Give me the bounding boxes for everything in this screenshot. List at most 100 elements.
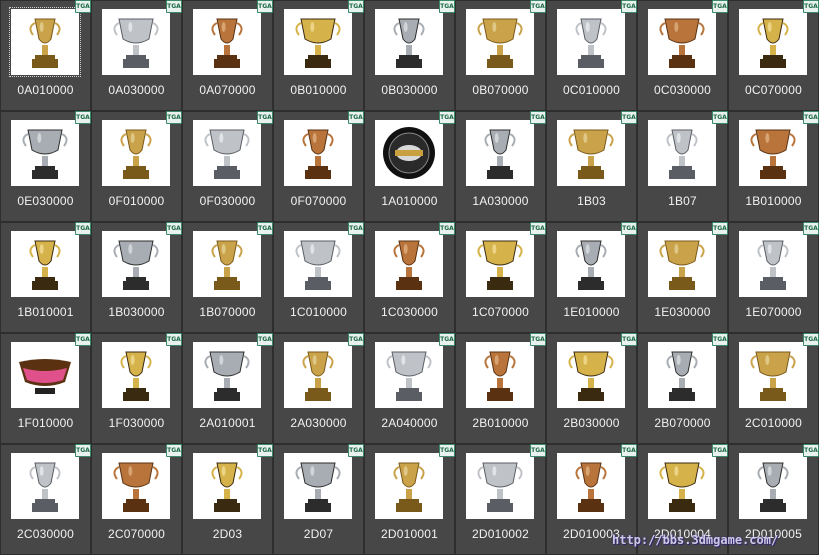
thumbnail-image[interactable]: [193, 453, 261, 519]
thumbnail-item[interactable]: TGA 1F010000: [0, 333, 91, 444]
thumbnail-item[interactable]: TGA 1A030000: [455, 111, 546, 222]
thumbnail-item[interactable]: TGA 2D010003: [546, 444, 637, 555]
thumbnail-image[interactable]: [284, 120, 352, 186]
thumbnail-filename[interactable]: 0B030000: [365, 83, 454, 97]
thumbnail-item[interactable]: TGA 2C010000: [728, 333, 819, 444]
thumbnail-filename[interactable]: 1C010000: [274, 305, 363, 319]
thumbnail-image[interactable]: [466, 120, 534, 186]
thumbnail-image[interactable]: [648, 453, 716, 519]
thumbnail-item[interactable]: TGA 2C070000: [91, 444, 182, 555]
thumbnail-filename[interactable]: 1C030000: [365, 305, 454, 319]
thumbnail-filename[interactable]: 2A010001: [183, 416, 272, 430]
thumbnail-item[interactable]: TGA 0F010000: [91, 111, 182, 222]
thumbnail-image[interactable]: [102, 120, 170, 186]
thumbnail-item[interactable]: TGA 2D03: [182, 444, 273, 555]
thumbnail-item[interactable]: TGA 0C010000: [546, 0, 637, 111]
thumbnail-item[interactable]: TGA 1B07: [637, 111, 728, 222]
thumbnail-filename[interactable]: 2B030000: [547, 416, 636, 430]
thumbnail-item[interactable]: TGA 2D07: [273, 444, 364, 555]
thumbnail-image[interactable]: [739, 9, 807, 75]
thumbnail-item[interactable]: TGA 2D010002: [455, 444, 546, 555]
thumbnail-filename[interactable]: 1B070000: [183, 305, 272, 319]
thumbnail-item[interactable]: TGA 1E010000: [546, 222, 637, 333]
thumbnail-item[interactable]: TGA 2B010000: [455, 333, 546, 444]
thumbnail-image[interactable]: [375, 120, 443, 186]
thumbnail-image[interactable]: [648, 342, 716, 408]
thumbnail-filename[interactable]: 2D010005: [729, 527, 818, 541]
thumbnail-filename[interactable]: 1B030000: [92, 305, 181, 319]
thumbnail-item[interactable]: TGA 2D010001: [364, 444, 455, 555]
thumbnail-image[interactable]: [193, 9, 261, 75]
thumbnail-image[interactable]: [284, 453, 352, 519]
thumbnail-image[interactable]: [102, 231, 170, 297]
thumbnail-item[interactable]: TGA 1B03: [546, 111, 637, 222]
thumbnail-filename[interactable]: 1B07: [638, 194, 727, 208]
thumbnail-item[interactable]: TGA 0B010000: [273, 0, 364, 111]
thumbnail-filename[interactable]: 0A010000: [1, 83, 90, 97]
thumbnail-image[interactable]: [284, 342, 352, 408]
thumbnail-filename[interactable]: 0A030000: [92, 83, 181, 97]
thumbnail-filename[interactable]: 1E030000: [638, 305, 727, 319]
thumbnail-filename[interactable]: 0A070000: [183, 83, 272, 97]
thumbnail-filename[interactable]: 0B070000: [456, 83, 545, 97]
thumbnail-filename[interactable]: 0F070000: [274, 194, 363, 208]
thumbnail-image[interactable]: [375, 231, 443, 297]
thumbnail-image[interactable]: [648, 9, 716, 75]
thumbnail-image[interactable]: [648, 120, 716, 186]
thumbnail-image[interactable]: [193, 231, 261, 297]
thumbnail-item[interactable]: TGA 1B030000: [91, 222, 182, 333]
thumbnail-image[interactable]: [648, 231, 716, 297]
thumbnail-item[interactable]: TGA 2D010004: [637, 444, 728, 555]
thumbnail-item[interactable]: TGA 0F030000: [182, 111, 273, 222]
thumbnail-filename[interactable]: 2C070000: [92, 527, 181, 541]
thumbnail-image[interactable]: [557, 453, 625, 519]
thumbnail-image[interactable]: [284, 231, 352, 297]
thumbnail-item[interactable]: TGA 0B070000: [455, 0, 546, 111]
thumbnail-item[interactable]: TGA 2B030000: [546, 333, 637, 444]
thumbnail-image[interactable]: [557, 342, 625, 408]
thumbnail-filename[interactable]: 2C030000: [1, 527, 90, 541]
thumbnail-image[interactable]: [11, 120, 79, 186]
thumbnail-image[interactable]: [739, 231, 807, 297]
thumbnail-filename[interactable]: 2D010003: [547, 527, 636, 541]
thumbnail-image[interactable]: [11, 342, 79, 408]
thumbnail-image[interactable]: [102, 453, 170, 519]
thumbnail-item[interactable]: TGA 2D010005: [728, 444, 819, 555]
thumbnail-item[interactable]: TGA 2A040000: [364, 333, 455, 444]
thumbnail-item[interactable]: TGA 2C030000: [0, 444, 91, 555]
thumbnail-filename[interactable]: 0E030000: [1, 194, 90, 208]
thumbnail-image[interactable]: [375, 9, 443, 75]
thumbnail-item[interactable]: TGA 0A010000: [0, 0, 91, 111]
thumbnail-item[interactable]: TGA 0C070000: [728, 0, 819, 111]
thumbnail-item[interactable]: TGA 0A030000: [91, 0, 182, 111]
thumbnail-item[interactable]: TGA 1B010001: [0, 222, 91, 333]
thumbnail-image[interactable]: [102, 9, 170, 75]
thumbnail-item[interactable]: TGA 1F030000: [91, 333, 182, 444]
thumbnail-image[interactable]: [284, 9, 352, 75]
thumbnail-filename[interactable]: 2D010002: [456, 527, 545, 541]
thumbnail-image[interactable]: [739, 342, 807, 408]
thumbnail-image[interactable]: [193, 342, 261, 408]
thumbnail-item[interactable]: TGA 1B010000: [728, 111, 819, 222]
thumbnail-item[interactable]: TGA 0F070000: [273, 111, 364, 222]
thumbnail-item[interactable]: TGA 0C030000: [637, 0, 728, 111]
thumbnail-image[interactable]: [193, 120, 261, 186]
thumbnail-filename[interactable]: 1B010000: [729, 194, 818, 208]
thumbnail-filename[interactable]: 2B070000: [638, 416, 727, 430]
thumbnail-image[interactable]: [466, 453, 534, 519]
thumbnail-item[interactable]: TGA 0A070000: [182, 0, 273, 111]
thumbnail-filename[interactable]: 2D010004: [638, 527, 727, 541]
thumbnail-filename[interactable]: 0C010000: [547, 83, 636, 97]
thumbnail-image[interactable]: [9, 7, 81, 77]
thumbnail-image[interactable]: [11, 453, 79, 519]
thumbnail-filename[interactable]: 2C010000: [729, 416, 818, 430]
thumbnail-image[interactable]: [557, 9, 625, 75]
thumbnail-image[interactable]: [557, 231, 625, 297]
thumbnail-filename[interactable]: 0B010000: [274, 83, 363, 97]
thumbnail-filename[interactable]: 1F030000: [92, 416, 181, 430]
thumbnail-image[interactable]: [466, 342, 534, 408]
thumbnail-filename[interactable]: 0F030000: [183, 194, 272, 208]
thumbnail-image[interactable]: [739, 120, 807, 186]
thumbnail-item[interactable]: TGA 2A030000: [273, 333, 364, 444]
thumbnail-item[interactable]: TGA 0E030000: [0, 111, 91, 222]
